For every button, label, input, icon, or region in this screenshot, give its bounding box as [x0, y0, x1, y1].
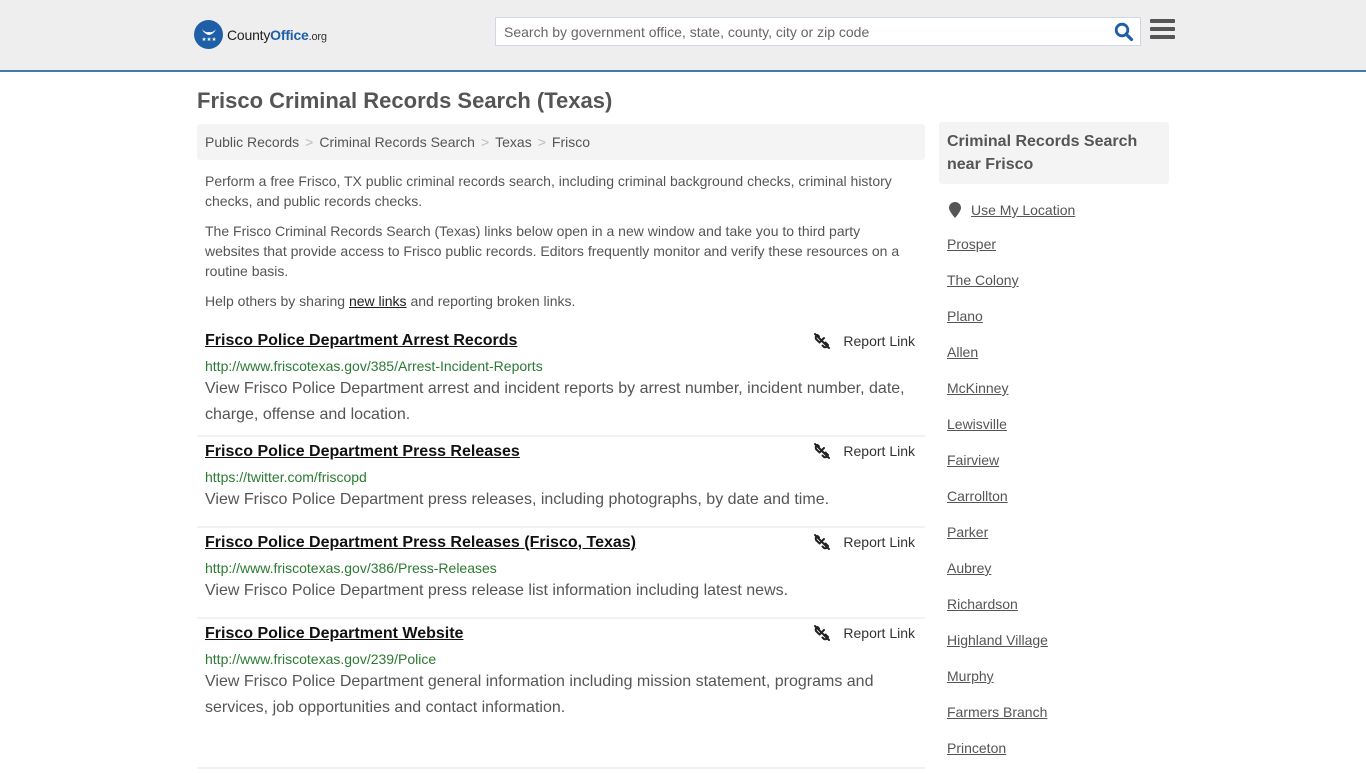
- city-list-item: Murphy: [947, 666, 1169, 702]
- breadcrumb-criminal-records-search[interactable]: Criminal Records Search: [319, 134, 475, 150]
- logo-wordmark: CountyOffice.org: [227, 27, 327, 43]
- logo-text-county: County: [227, 26, 271, 43]
- broken-link-icon: [814, 534, 831, 550]
- city-link[interactable]: Plano: [947, 308, 983, 324]
- page-title: Frisco Criminal Records Search (Texas): [197, 88, 613, 113]
- city-list-item: Allen: [947, 342, 1169, 378]
- result-item: Frisco Police Department Press Releases …: [197, 528, 925, 619]
- result-title-link[interactable]: Frisco Police Department Website: [205, 623, 463, 645]
- city-link[interactable]: Richardson: [947, 596, 1018, 612]
- search-bar: [495, 17, 1141, 46]
- city-list-item: Carrollton: [947, 486, 1169, 522]
- city-link[interactable]: Princeton: [947, 740, 1006, 756]
- result-url[interactable]: http://www.friscotexas.gov/239/Police: [205, 649, 917, 669]
- search-input[interactable]: [496, 18, 1106, 45]
- search-button[interactable]: [1114, 22, 1134, 42]
- nearby-sidebar: Criminal Records Search near Frisco Use …: [939, 122, 1169, 774]
- county-office-logo[interactable]: CountyOffice.org: [194, 20, 327, 49]
- city-list-item: Lewisville: [947, 414, 1169, 450]
- city-link[interactable]: Farmers Branch: [947, 704, 1047, 720]
- report-link-button[interactable]: Report Link: [813, 624, 915, 642]
- report-link-label: Report Link: [843, 625, 915, 641]
- breadcrumb-public-records[interactable]: Public Records: [205, 134, 299, 150]
- breadcrumb-separator: >: [305, 134, 314, 150]
- city-link[interactable]: Lewisville: [947, 416, 1007, 432]
- city-list-item: Princeton: [947, 738, 1169, 774]
- eagle-logo-icon: [194, 20, 223, 49]
- city-link[interactable]: Carrollton: [947, 488, 1008, 504]
- city-link[interactable]: Prosper: [947, 236, 996, 252]
- logo-text-office: Office: [270, 26, 309, 43]
- result-description: View Frisco Police Department press rele…: [205, 582, 789, 599]
- share-text: and reporting broken links.: [406, 293, 576, 309]
- result-title-link[interactable]: Frisco Police Department Arrest Records: [205, 330, 517, 352]
- search-icon: [1114, 22, 1134, 42]
- result-description: View Frisco Police Department arrest and…: [205, 380, 905, 423]
- city-list-item: Plano: [947, 306, 1169, 342]
- result-description: View Frisco Police Department press rele…: [205, 491, 830, 508]
- intro-paragraph: The Frisco Criminal Records Search (Texa…: [205, 223, 900, 279]
- city-list-item: Fairview: [947, 450, 1169, 486]
- city-link[interactable]: Aubrey: [947, 560, 991, 576]
- use-my-location-link[interactable]: Use My Location: [971, 202, 1075, 218]
- result-item: Frisco Police Department Press Releases …: [197, 437, 925, 528]
- result-description: View Frisco Police Department general in…: [205, 673, 874, 716]
- result-title-link[interactable]: Frisco Police Department Press Releases: [205, 441, 520, 463]
- new-links-link[interactable]: new links: [349, 293, 407, 309]
- result-url[interactable]: http://www.friscotexas.gov/385/Arrest-In…: [205, 356, 917, 376]
- report-link-button[interactable]: Report Link: [813, 533, 915, 551]
- share-text: Help others by sharing: [205, 293, 349, 309]
- results-list: Frisco Police Department Arrest Records …: [197, 327, 925, 769]
- city-list-item: Farmers Branch: [947, 702, 1169, 738]
- map-pin-icon: [949, 202, 961, 218]
- nearby-city-list: Prosper The Colony Plano Allen McKinney Lewis…: [939, 234, 1169, 774]
- share-links-paragraph: Help others by sharing new links and rep…: [205, 291, 917, 311]
- city-list-item: Highland Village: [947, 630, 1169, 666]
- intro-paragraph: Perform a free Frisco, TX public crimina…: [205, 173, 892, 209]
- result-item: Frisco Police Department Website Report …: [197, 619, 925, 769]
- city-list-item: Aubrey: [947, 558, 1169, 594]
- city-link[interactable]: Highland Village: [947, 632, 1048, 648]
- city-link[interactable]: Fairview: [947, 452, 999, 468]
- city-list-item: The Colony: [947, 270, 1169, 306]
- breadcrumb-frisco[interactable]: Frisco: [552, 134, 590, 150]
- result-title-link[interactable]: Frisco Police Department Press Releases …: [205, 532, 636, 554]
- result-url[interactable]: http://www.friscotexas.gov/386/Press-Rel…: [205, 558, 917, 578]
- result-item: Frisco Police Department Arrest Records …: [197, 327, 925, 437]
- report-link-label: Report Link: [843, 534, 915, 550]
- broken-link-icon: [814, 625, 831, 641]
- report-link-label: Report Link: [843, 443, 915, 459]
- city-link[interactable]: Parker: [947, 524, 988, 540]
- hamburger-menu-icon-bar: [1150, 27, 1175, 31]
- city-link[interactable]: Allen: [947, 344, 978, 360]
- city-list-item: Richardson: [947, 594, 1169, 630]
- hamburger-menu-icon-bar: [1150, 35, 1175, 39]
- breadcrumb-texas[interactable]: Texas: [495, 134, 532, 150]
- report-link-button[interactable]: Report Link: [813, 332, 915, 350]
- city-link[interactable]: McKinney: [947, 380, 1008, 396]
- logo-text-org: .org: [308, 30, 327, 43]
- hamburger-menu-icon-bar: [1150, 19, 1175, 23]
- intro-text: Perform a free Frisco, TX public crimina…: [205, 171, 917, 321]
- city-link[interactable]: Murphy: [947, 668, 994, 684]
- broken-link-icon: [814, 443, 831, 459]
- use-my-location: Use My Location: [939, 202, 1169, 218]
- city-link[interactable]: The Colony: [947, 272, 1019, 288]
- city-list-item: Parker: [947, 522, 1169, 558]
- sidebar-heading: Criminal Records Search near Frisco: [939, 122, 1169, 184]
- broken-link-icon: [814, 333, 831, 349]
- breadcrumb-separator: >: [480, 134, 490, 150]
- report-link-label: Report Link: [843, 333, 915, 349]
- result-url[interactable]: https://twitter.com/friscopd: [205, 467, 917, 487]
- breadcrumb-separator: >: [537, 134, 546, 150]
- hamburger-menu-button[interactable]: [1150, 19, 1175, 41]
- report-link-button[interactable]: Report Link: [813, 442, 915, 460]
- city-list-item: McKinney: [947, 378, 1169, 414]
- breadcrumb: Public Records > Criminal Records Search > T…: [197, 124, 925, 160]
- site-header: CountyOffice.org: [0, 0, 1366, 72]
- city-list-item: Prosper: [947, 234, 1169, 270]
